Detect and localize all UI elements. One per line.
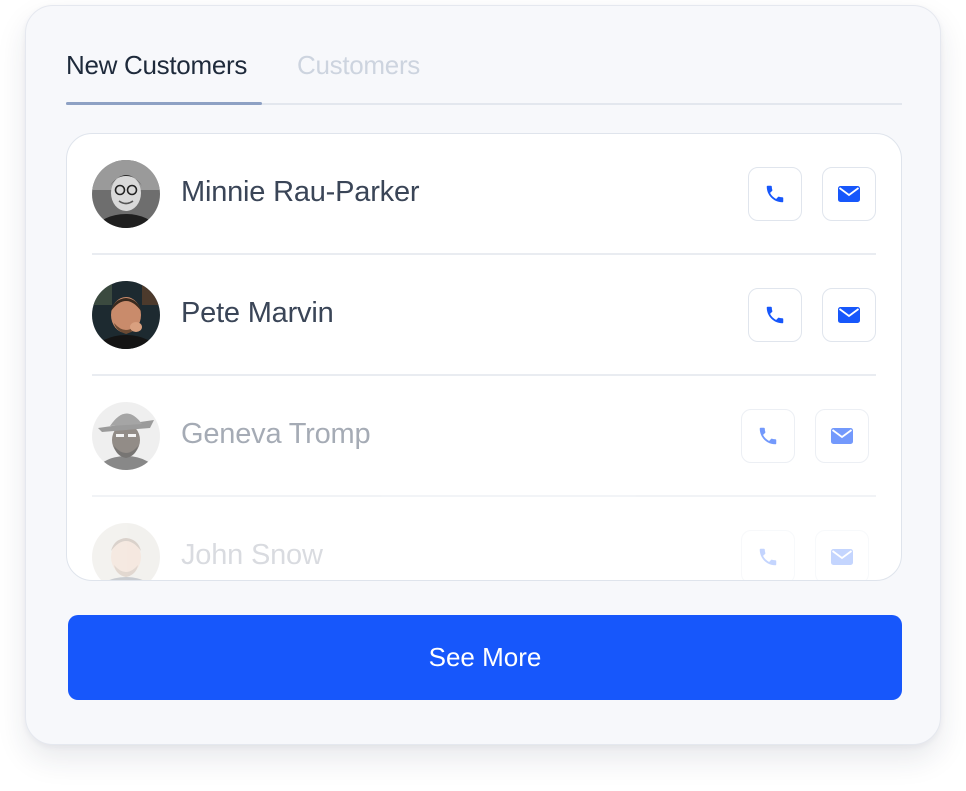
call-button[interactable] (748, 288, 802, 342)
call-button[interactable] (748, 167, 802, 221)
see-more-button[interactable]: See More (68, 615, 902, 700)
tab-new-customers[interactable]: New Customers (66, 50, 247, 81)
customer-row: Minnie Rau-Parker (92, 134, 876, 255)
email-button[interactable] (815, 530, 869, 580)
phone-icon (759, 427, 777, 445)
customers-card: New Customers Customers Minnie Rau-Parke… (25, 5, 941, 745)
envelope-icon (831, 549, 853, 565)
avatar (92, 402, 160, 470)
customer-name: John Snow (181, 539, 323, 571)
customer-list: Minnie Rau-Parker Pete Marvin Geneva Tro… (66, 133, 902, 581)
customer-row: John Snow (92, 497, 876, 580)
tab-bar: New Customers Customers (66, 6, 902, 106)
avatar (92, 523, 160, 580)
call-button[interactable] (741, 409, 795, 463)
active-tab-indicator (66, 102, 262, 105)
phone-icon (766, 306, 784, 324)
envelope-icon (838, 186, 860, 202)
tab-customers[interactable]: Customers (297, 50, 420, 81)
envelope-icon (838, 307, 860, 323)
phone-icon (766, 185, 784, 203)
envelope-icon (831, 428, 853, 444)
customer-name: Pete Marvin (181, 297, 334, 329)
phone-icon (759, 548, 777, 566)
customer-row: Geneva Tromp (92, 376, 876, 497)
avatar (92, 281, 160, 349)
customer-row: Pete Marvin (92, 255, 876, 376)
avatar (92, 160, 160, 228)
customer-name: Geneva Tromp (181, 418, 371, 450)
customer-name: Minnie Rau-Parker (181, 176, 420, 208)
email-button[interactable] (815, 409, 869, 463)
email-button[interactable] (822, 288, 876, 342)
call-button[interactable] (741, 530, 795, 580)
email-button[interactable] (822, 167, 876, 221)
